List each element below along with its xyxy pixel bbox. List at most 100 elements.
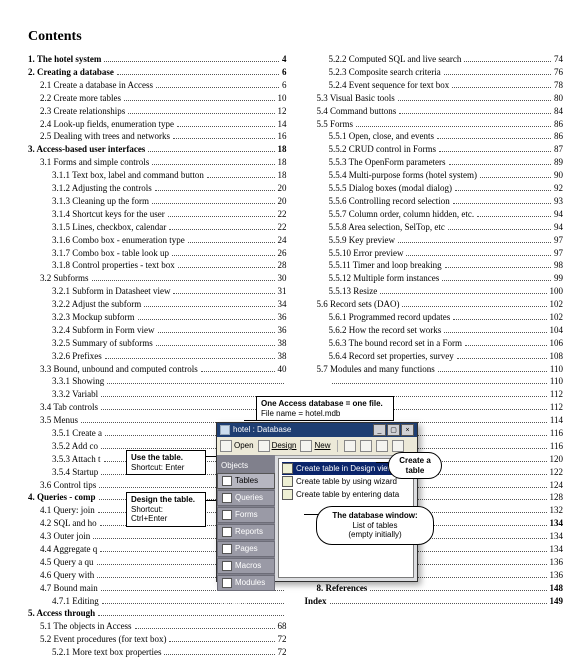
design-icon bbox=[258, 440, 270, 452]
toc-leader bbox=[104, 54, 279, 63]
toc-page: 110 bbox=[550, 364, 563, 375]
toc-leader bbox=[148, 144, 274, 153]
toc-row: 1. The hotel system4 bbox=[28, 54, 287, 66]
tb-icon-4[interactable] bbox=[392, 440, 404, 452]
toc-label: 5.5.9 Key preview bbox=[329, 235, 395, 246]
toc-label: 3.5 Menus bbox=[40, 415, 78, 426]
toc-page: 94 bbox=[554, 222, 563, 233]
callout-db-window-l1: The database window: bbox=[332, 511, 417, 520]
toc-label: 5.2.2 Computed SQL and live search bbox=[329, 54, 462, 65]
toc-label: 3.1.7 Combo box - table look up bbox=[52, 248, 169, 259]
toc-page: 20 bbox=[278, 183, 287, 194]
toc-row: 3.2.3 Mockup subform36 bbox=[28, 311, 287, 323]
toc-page: 34 bbox=[278, 299, 287, 310]
toc-label: 5.5.7 Column order, column hidden, etc. bbox=[329, 209, 475, 220]
toc-page: 128 bbox=[550, 492, 564, 503]
toc-page: 80 bbox=[554, 93, 563, 104]
list-item-label: Create table by entering data bbox=[296, 490, 399, 500]
figure-overlay: One Access database = one file. File nam… bbox=[126, 396, 436, 582]
minimize-button[interactable]: _ bbox=[373, 424, 386, 436]
callout-db-window-l3: (empty initially) bbox=[348, 530, 401, 539]
toc-label: 4.5 Query a qu bbox=[40, 557, 94, 568]
toc-label: 2. Creating a database bbox=[28, 67, 114, 78]
toc-leader bbox=[152, 157, 274, 166]
close-button[interactable]: × bbox=[401, 424, 414, 436]
toc-label: 2.2 Create more tables bbox=[40, 93, 121, 104]
list-item[interactable]: Create table by using wizard bbox=[282, 475, 410, 488]
tb-design-label: Design bbox=[272, 441, 297, 451]
toc-label: 5.5.2 CRUD control in Forms bbox=[329, 144, 437, 155]
toc-label: 5.6.4 Record set properties, survey bbox=[329, 351, 454, 362]
toc-label: 5.6.2 How the record set works bbox=[329, 325, 442, 336]
window-titlebar[interactable]: hotel : Database _ ▢ × bbox=[217, 423, 417, 437]
nav-item-pages[interactable]: Pages bbox=[217, 541, 275, 557]
callout-use-table: Use the table. Shortcut: Enter bbox=[126, 450, 206, 475]
nav-item-forms[interactable]: Forms bbox=[217, 507, 275, 523]
tb-icon-3[interactable] bbox=[376, 440, 388, 452]
toc-page: 76 bbox=[554, 67, 563, 78]
toc-label: 2.3 Create relationships bbox=[40, 106, 125, 117]
toc-label: 3.2.3 Mockup subform bbox=[52, 312, 135, 323]
nav-groups: Groups bbox=[217, 597, 275, 611]
toc-page: 87 bbox=[554, 144, 563, 155]
create-icon bbox=[282, 463, 293, 474]
nav-item-macros[interactable]: Macros bbox=[217, 558, 275, 574]
callout-design-table: Design the table. Shortcut: Ctrl+Enter bbox=[126, 492, 206, 527]
toc-page: 102 bbox=[550, 299, 564, 310]
toc-leader bbox=[442, 273, 551, 282]
toc-page: 132 bbox=[550, 505, 564, 516]
callout-arrow bbox=[376, 462, 388, 463]
toc-row: 5.1 The objects in Access68 bbox=[28, 621, 287, 633]
tb-design[interactable]: Design bbox=[258, 440, 297, 452]
toc-row: 3.2.1 Subform in Datasheet view31 bbox=[28, 286, 287, 298]
toc-label: 3.2.2 Adjust the subform bbox=[52, 299, 141, 310]
toc-label: 8. References bbox=[317, 583, 368, 594]
toc-leader bbox=[455, 182, 551, 191]
tb-open[interactable]: Open bbox=[220, 440, 254, 452]
toc-leader bbox=[452, 79, 551, 88]
tb-icon-2[interactable] bbox=[360, 440, 372, 452]
tb-new[interactable]: New bbox=[300, 440, 330, 452]
nav-item-tables[interactable]: Tables bbox=[217, 473, 275, 489]
list-item[interactable]: Create table by entering data bbox=[282, 488, 410, 501]
toc-leader bbox=[465, 337, 546, 346]
toc-leader bbox=[477, 208, 551, 217]
toc-leader bbox=[124, 92, 275, 101]
toc-row: Index149 bbox=[305, 595, 564, 607]
toc-row: 5.5.10 Error preview97 bbox=[305, 247, 564, 259]
toc-label: 5.5.5 Dialog boxes (modal dialog) bbox=[329, 183, 452, 194]
list-item-label: Create table by using wizard bbox=[296, 477, 397, 487]
nav-item-modules[interactable]: Modules bbox=[217, 575, 275, 591]
toc-page: 40 bbox=[278, 364, 287, 375]
toc-leader bbox=[168, 208, 275, 217]
toc-row: 5.5.12 Multiple form instances99 bbox=[305, 273, 564, 285]
toc-label: 3.3.1 Showing bbox=[52, 376, 104, 387]
toc-page: 38 bbox=[278, 338, 287, 349]
toc-page: 18 bbox=[278, 144, 287, 155]
list-item-label: Create table in Design view bbox=[296, 464, 393, 474]
toc-page: 30 bbox=[278, 273, 287, 284]
toc-page: 122 bbox=[550, 467, 564, 478]
nav-item-queries[interactable]: Queries bbox=[217, 490, 275, 506]
toc-leader bbox=[107, 376, 283, 385]
toc-label: 3.1.4 Shortcut keys for the user bbox=[52, 209, 165, 220]
nav-item-reports[interactable]: Reports bbox=[217, 524, 275, 540]
callout-create-table-l2: table bbox=[406, 466, 425, 475]
toc-row: 5.5.2 CRUD control in Forms 87 bbox=[305, 144, 564, 156]
maximize-button[interactable]: ▢ bbox=[387, 424, 400, 436]
nav-item-label: Modules bbox=[235, 578, 265, 588]
pages-icon bbox=[222, 544, 232, 554]
toc-leader bbox=[406, 247, 551, 256]
toc-label: 5.6.1 Programmed record updates bbox=[329, 312, 451, 323]
toc-label: 1. The hotel system bbox=[28, 54, 101, 65]
callout-one-file: One Access database = one file. File nam… bbox=[256, 396, 394, 421]
toc-page: 72 bbox=[278, 647, 287, 658]
toc-row: 2. Creating a database6 bbox=[28, 66, 287, 78]
toc-page: 90 bbox=[554, 170, 563, 181]
nav-item-label: Pages bbox=[235, 544, 258, 554]
toc-page: 16 bbox=[278, 131, 287, 142]
toc-label: 3.6 Control tips bbox=[40, 480, 96, 491]
tb-icon-1[interactable] bbox=[344, 440, 356, 452]
toc-row: 3.1.3 Cleaning up the form20 bbox=[28, 195, 287, 207]
toc-label: 5.2.1 More text box properties bbox=[52, 647, 161, 658]
